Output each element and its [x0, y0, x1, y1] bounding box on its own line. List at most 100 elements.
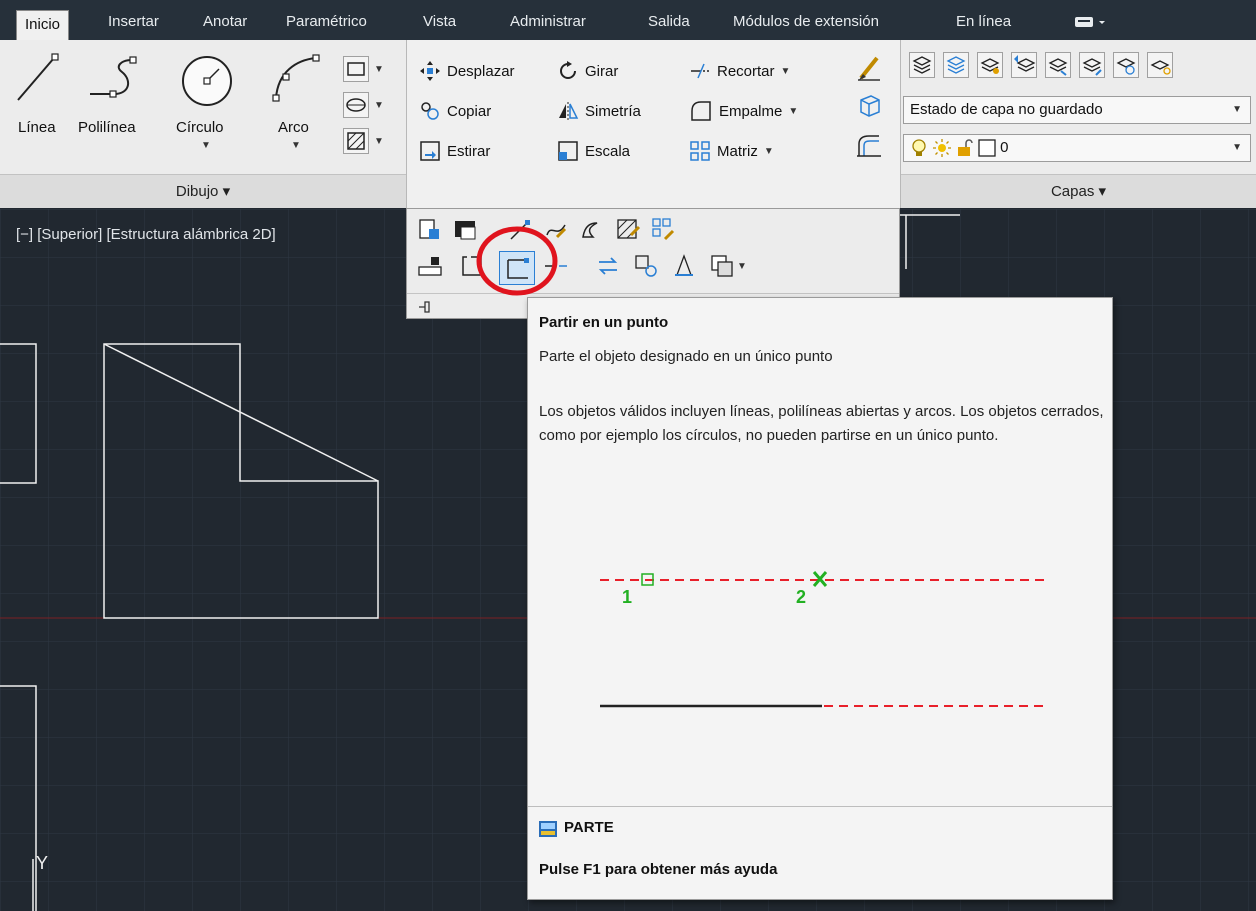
move-button[interactable]: Desplazar [419, 58, 515, 84]
offset-icon [857, 135, 881, 157]
line-label: Línea [18, 119, 56, 136]
draworder-dropdown-caret[interactable]: ▼ [737, 261, 747, 272]
fillet-button[interactable]: Empalme ▼ [689, 98, 798, 124]
reverse-button[interactable] [595, 253, 623, 281]
change-space-icon [419, 219, 439, 239]
circle-icon [182, 56, 232, 106]
ellipse-icon [346, 98, 366, 112]
edit-hatch-button[interactable] [579, 217, 607, 245]
bring-to-front-button[interactable] [709, 253, 737, 281]
set-by-layer-icon [675, 254, 693, 276]
tab-salida[interactable]: Salida [648, 8, 690, 36]
layer-isolate-icon [1048, 58, 1068, 76]
layer-isolate-button[interactable] [1045, 52, 1071, 78]
fillet-dropdown-caret[interactable]: ▼ [788, 106, 798, 117]
draworder-icon [418, 257, 442, 276]
polyline-label: Polilínea [78, 119, 136, 136]
erase-button[interactable] [855, 52, 883, 85]
ellipse-button[interactable] [343, 92, 369, 118]
layer-match-button[interactable] [977, 52, 1003, 78]
layer-states-icon [946, 56, 966, 74]
tooltip-illustration: 1 2 [600, 571, 1044, 708]
layer-properties-button[interactable] [909, 52, 935, 78]
layer-freeze-button[interactable] [1113, 52, 1139, 78]
layer-state-value: Estado de capa no guardado [910, 101, 1103, 118]
scale-icon [558, 141, 578, 161]
pin-icon[interactable] [415, 297, 435, 317]
polyline-tool[interactable] [86, 52, 154, 105]
layers-panel-footer[interactable]: Capas ▾ [901, 174, 1256, 208]
panel-toggle-icon [1075, 17, 1105, 28]
layer-state-dropdown[interactable]: Estado de capa no guardado ▼ [903, 96, 1251, 124]
copy-nested-icon [635, 255, 657, 277]
tab-administrar[interactable]: Administrar [510, 8, 586, 36]
tab-insertar[interactable]: Insertar [108, 8, 159, 36]
lightbulb-icon [912, 139, 926, 157]
line-tool[interactable] [14, 50, 60, 109]
scale-label: Escala [585, 142, 631, 160]
fillet-icon [691, 101, 711, 121]
draw-panel: Línea Polilínea Círculo ▼ Arco ▼ ▼ ▼ ▼ D… [0, 40, 407, 208]
tooltip-detail: Los objetos válidos incluyen líneas, pol… [539, 403, 1104, 444]
arc-dropdown-caret[interactable]: ▼ [291, 140, 301, 151]
rotate-button[interactable]: Girar [557, 58, 618, 84]
layer-off-button[interactable] [1147, 52, 1173, 78]
rotate-label: Girar [585, 62, 619, 80]
layer-previous-button[interactable] [1011, 52, 1037, 78]
ucs-y-label: Y [36, 853, 48, 873]
mirror-button[interactable]: Simetría [557, 98, 641, 124]
tooltip-command-name: PARTE [564, 819, 614, 836]
tab-modulos-extension[interactable]: Módulos de extensión [733, 8, 879, 36]
rectangle-dropdown-caret[interactable]: ▼ [374, 64, 384, 75]
array-button[interactable]: Matriz ▼ [689, 138, 774, 164]
layer-previous-icon [1014, 55, 1036, 72]
rectangle-button[interactable] [343, 56, 369, 82]
command-tooltip: Partir en un punto Parte el objeto desig… [527, 297, 1113, 900]
circle-dropdown-caret[interactable]: ▼ [201, 140, 211, 151]
draw-panel-footer[interactable]: Dibujo ▾ [0, 174, 406, 208]
move-icon [420, 61, 440, 81]
hatch-button[interactable] [343, 128, 369, 154]
tab-vista[interactable]: Vista [423, 8, 456, 36]
align-button[interactable] [651, 217, 679, 245]
tooltip-help-hint: Pulse F1 para obtener más ayuda [539, 861, 778, 878]
explode-button[interactable] [855, 92, 883, 123]
trim-dropdown-caret[interactable]: ▼ [781, 66, 791, 77]
copy-label: Copiar [447, 102, 492, 120]
scale-button[interactable]: Escala [557, 138, 630, 164]
ribbon-tab-bar: Inicio Insertar Anotar Paramétrico Vista… [0, 0, 1256, 40]
trim-button[interactable]: Recortar ▼ [689, 58, 790, 84]
arc-tool[interactable] [268, 50, 324, 109]
offset-button[interactable] [855, 132, 883, 163]
stretch-icon [420, 141, 440, 161]
layer-freeze-icon [1116, 58, 1136, 75]
tab-anotar[interactable]: Anotar [203, 8, 247, 36]
copy-button[interactable]: Copiar [419, 98, 491, 124]
array-dropdown-caret[interactable]: ▼ [764, 146, 774, 157]
copy-nested-button[interactable] [633, 253, 661, 281]
layer-unisolate-button[interactable] [1079, 52, 1105, 78]
current-layer-dropdown[interactable]: 0 ▼ [903, 134, 1251, 162]
hatch-dropdown-caret[interactable]: ▼ [374, 136, 384, 147]
draworder-button[interactable] [417, 253, 445, 281]
highlight-circle [476, 226, 558, 296]
ribbon: Línea Polilínea Círculo ▼ Arco ▼ ▼ ▼ ▼ D… [0, 40, 1256, 208]
circle-tool[interactable] [180, 54, 234, 111]
stretch-button[interactable]: Estirar [419, 138, 490, 164]
set-by-layer-button[interactable] [671, 253, 699, 281]
change-space-button[interactable] [417, 217, 445, 245]
edit-array-button[interactable] [615, 217, 643, 245]
erase-icon [858, 56, 880, 81]
layer-status-icons [910, 138, 996, 158]
tab-en-linea[interactable]: En línea [956, 8, 1011, 36]
tab-inicio[interactable]: Inicio [16, 10, 70, 40]
tab-parametrico[interactable]: Paramétrico [286, 8, 367, 36]
current-layer-caret: ▼ [1232, 142, 1242, 153]
ellipse-dropdown-caret[interactable]: ▼ [374, 100, 384, 111]
trim-label: Recortar [717, 62, 775, 80]
layer-states-button[interactable] [943, 52, 969, 78]
mirror-label: Simetría [585, 102, 641, 120]
layers-panel: Estado de capa no guardado ▼ 0 ▼ Capas ▾ [901, 40, 1256, 208]
viewport-controls-label[interactable]: [−] [Superior] [Estructura alámbrica 2D] [16, 226, 276, 243]
tab-options-dropdown[interactable] [1074, 8, 1108, 36]
